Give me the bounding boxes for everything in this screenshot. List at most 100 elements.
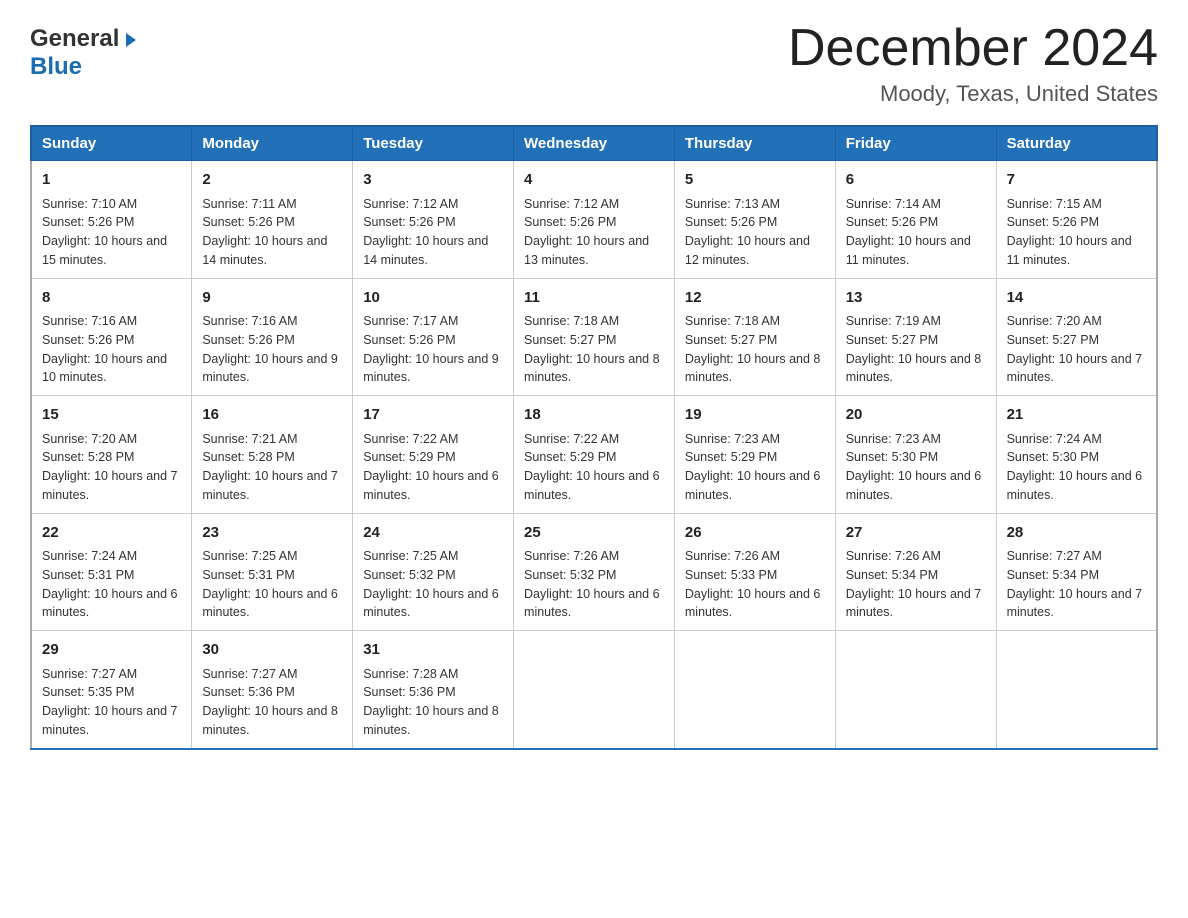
sunset-text: Sunset: 5:29 PM	[685, 448, 825, 467]
calendar-cell: 22Sunrise: 7:24 AMSunset: 5:31 PMDayligh…	[31, 513, 192, 631]
calendar-cell: 20Sunrise: 7:23 AMSunset: 5:30 PMDayligh…	[835, 396, 996, 514]
col-tuesday: Tuesday	[353, 126, 514, 161]
daylight-text: Daylight: 10 hours and 13 minutes.	[524, 232, 664, 270]
calendar-cell: 24Sunrise: 7:25 AMSunset: 5:32 PMDayligh…	[353, 513, 514, 631]
sunset-text: Sunset: 5:34 PM	[1007, 566, 1146, 585]
daylight-text: Daylight: 10 hours and 7 minutes.	[1007, 585, 1146, 623]
logo-general-text: General	[30, 25, 119, 53]
sunset-text: Sunset: 5:36 PM	[363, 683, 503, 702]
calendar-cell: 3Sunrise: 7:12 AMSunset: 5:26 PMDaylight…	[353, 161, 514, 279]
sunrise-text: Sunrise: 7:26 AM	[846, 547, 986, 566]
calendar-cell: 6Sunrise: 7:14 AMSunset: 5:26 PMDaylight…	[835, 161, 996, 279]
calendar-cell: 9Sunrise: 7:16 AMSunset: 5:26 PMDaylight…	[192, 278, 353, 396]
daylight-text: Daylight: 10 hours and 6 minutes.	[524, 467, 664, 505]
sunset-text: Sunset: 5:27 PM	[685, 331, 825, 350]
sunrise-text: Sunrise: 7:25 AM	[363, 547, 503, 566]
calendar-cell: 12 Sunrise: 7:18 AMSunset: 5:27 PMDayligh…	[674, 278, 835, 396]
calendar-cell: 16Sunrise: 7:21 AMSunset: 5:28 PMDayligh…	[192, 396, 353, 514]
sunset-text: Sunset: 5:26 PM	[42, 331, 181, 350]
calendar-cell: 17Sunrise: 7:22 AMSunset: 5:29 PMDayligh…	[353, 396, 514, 514]
calendar-cell: 28 Sunrise: 7:27 AMSunset: 5:34 PMDayligh…	[996, 513, 1157, 631]
calendar-cell: 21Sunrise: 7:24 AMSunset: 5:30 PMDayligh…	[996, 396, 1157, 514]
col-saturday: Saturday	[996, 126, 1157, 161]
day-number: 22	[42, 522, 181, 545]
day-number: 29	[42, 639, 181, 662]
day-number: 16	[202, 404, 342, 427]
daylight-text: Daylight: 10 hours and 8 minutes.	[846, 350, 986, 388]
daylight-text: Daylight: 10 hours and 7 minutes.	[1007, 350, 1146, 388]
sunset-text: Sunset: 5:26 PM	[1007, 213, 1146, 232]
calendar-cell	[674, 631, 835, 749]
daylight-text: Daylight: 10 hours and 11 minutes.	[846, 232, 986, 270]
sunrise-text: Sunrise: 7:17 AM	[363, 312, 503, 331]
day-number: 7	[1007, 169, 1146, 192]
col-sunday: Sunday	[31, 126, 192, 161]
calendar-week-row: 8Sunrise: 7:16 AMSunset: 5:26 PMDaylight…	[31, 278, 1157, 396]
sunrise-text: Sunrise: 7:27 AM	[1007, 547, 1146, 566]
day-number: 11	[524, 287, 664, 310]
daylight-text: Daylight: 10 hours and 8 minutes.	[685, 350, 825, 388]
sunrise-text: Sunrise: 7:26 AM	[524, 547, 664, 566]
sunrise-text: Sunrise: 7:21 AM	[202, 430, 342, 449]
day-number: 8	[42, 287, 181, 310]
calendar-cell: 15Sunrise: 7:20 AMSunset: 5:28 PMDayligh…	[31, 396, 192, 514]
calendar-week-row: 15Sunrise: 7:20 AMSunset: 5:28 PMDayligh…	[31, 396, 1157, 514]
day-number: 3	[363, 169, 503, 192]
day-number: 23	[202, 522, 342, 545]
day-number: 19	[685, 404, 825, 427]
day-number: 21	[1007, 404, 1146, 427]
calendar-subtitle: Moody, Texas, United States	[788, 81, 1158, 107]
sunset-text: Sunset: 5:32 PM	[524, 566, 664, 585]
sunrise-text: Sunrise: 7:16 AM	[42, 312, 181, 331]
calendar-cell: 4Sunrise: 7:12 AMSunset: 5:26 PMDaylight…	[514, 161, 675, 279]
daylight-text: Daylight: 10 hours and 7 minutes.	[202, 467, 342, 505]
sunset-text: Sunset: 5:26 PM	[363, 331, 503, 350]
logo-blue-text: Blue	[30, 53, 140, 81]
calendar-table: Sunday Monday Tuesday Wednesday Thursday…	[30, 125, 1158, 750]
daylight-text: Daylight: 10 hours and 12 minutes.	[685, 232, 825, 270]
day-number: 1	[42, 169, 181, 192]
calendar-cell: 1Sunrise: 7:10 AMSunset: 5:26 PMDaylight…	[31, 161, 192, 279]
sunset-text: Sunset: 5:27 PM	[846, 331, 986, 350]
sunset-text: Sunset: 5:26 PM	[524, 213, 664, 232]
sunrise-text: Sunrise: 7:14 AM	[846, 195, 986, 214]
sunset-text: Sunset: 5:31 PM	[42, 566, 181, 585]
sunrise-text: Sunrise: 7:18 AM	[685, 312, 825, 331]
day-number: 5	[685, 169, 825, 192]
sunrise-text: Sunrise: 7:24 AM	[1007, 430, 1146, 449]
sunrise-text: Sunrise: 7:18 AM	[524, 312, 664, 331]
sunset-text: Sunset: 5:26 PM	[42, 213, 181, 232]
daylight-text: Daylight: 10 hours and 6 minutes.	[363, 585, 503, 623]
sunset-text: Sunset: 5:32 PM	[363, 566, 503, 585]
sunset-text: Sunset: 5:36 PM	[202, 683, 342, 702]
sunset-text: Sunset: 5:33 PM	[685, 566, 825, 585]
calendar-cell: 23Sunrise: 7:25 AMSunset: 5:31 PMDayligh…	[192, 513, 353, 631]
calendar-cell: 27Sunrise: 7:26 AMSunset: 5:34 PMDayligh…	[835, 513, 996, 631]
sunrise-text: Sunrise: 7:10 AM	[42, 195, 181, 214]
day-number: 28	[1007, 522, 1146, 545]
sunset-text: Sunset: 5:35 PM	[42, 683, 181, 702]
sunset-text: Sunset: 5:34 PM	[846, 566, 986, 585]
sunrise-text: Sunrise: 7:19 AM	[846, 312, 986, 331]
daylight-text: Daylight: 10 hours and 14 minutes.	[202, 232, 342, 270]
calendar-cell	[835, 631, 996, 749]
col-thursday: Thursday	[674, 126, 835, 161]
sunset-text: Sunset: 5:26 PM	[685, 213, 825, 232]
sunrise-text: Sunrise: 7:20 AM	[42, 430, 181, 449]
calendar-cell: 25Sunrise: 7:26 AMSunset: 5:32 PMDayligh…	[514, 513, 675, 631]
daylight-text: Daylight: 10 hours and 8 minutes.	[363, 702, 503, 740]
sunrise-text: Sunrise: 7:15 AM	[1007, 195, 1146, 214]
col-monday: Monday	[192, 126, 353, 161]
sunrise-text: Sunrise: 7:24 AM	[42, 547, 181, 566]
col-wednesday: Wednesday	[514, 126, 675, 161]
calendar-cell	[514, 631, 675, 749]
daylight-text: Daylight: 10 hours and 9 minutes.	[202, 350, 342, 388]
sunset-text: Sunset: 5:27 PM	[1007, 331, 1146, 350]
calendar-cell: 26Sunrise: 7:26 AMSunset: 5:33 PMDayligh…	[674, 513, 835, 631]
daylight-text: Daylight: 10 hours and 6 minutes.	[685, 585, 825, 623]
day-number: 12	[685, 287, 825, 310]
day-number: 6	[846, 169, 986, 192]
sunset-text: Sunset: 5:30 PM	[846, 448, 986, 467]
day-number: 10	[363, 287, 503, 310]
calendar-cell	[996, 631, 1157, 749]
